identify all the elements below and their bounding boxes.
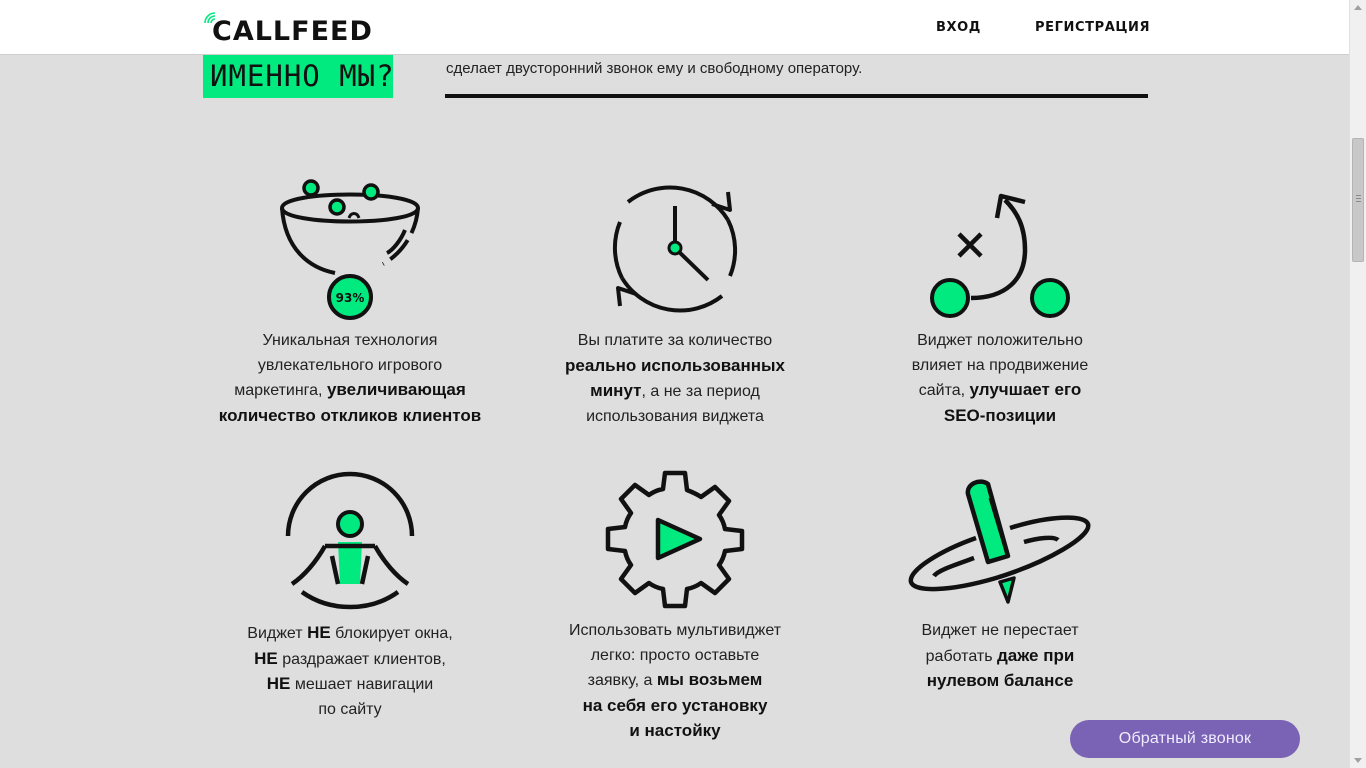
feature-line: минут, а не за период — [525, 379, 825, 405]
strategy-icon — [930, 193, 1070, 318]
intro-text: сделает двусторонний звонок ему и свобод… — [446, 60, 863, 77]
divider — [445, 94, 1148, 98]
feature-text-bold: и настойку — [629, 721, 721, 740]
feature-text-regular: блокирует окна, — [330, 625, 453, 642]
feature-line: Виджет НЕ блокирует окна, — [200, 621, 500, 647]
feature-text-bold: количество откликов клиентов — [218, 405, 482, 425]
feature-line: легко: просто оставьте — [525, 644, 825, 669]
feature-text-3: Виджет положительно влияет на продвижение… — [850, 329, 1150, 429]
feature-line: Уникальная технология — [200, 329, 500, 354]
feature-line: Виджет не перестает — [850, 619, 1150, 644]
logo-text: CALLFEED — [212, 16, 373, 47]
feature-text-regular: маркетинга, — [234, 382, 327, 399]
site-header: CALLFEED ВХОД РЕГИСТРАЦИЯ — [0, 0, 1349, 55]
register-link[interactable]: РЕГИСТРАЦИЯ — [1035, 20, 1150, 35]
gear-play-icon — [605, 470, 745, 609]
feature-line: заявку, а мы возьмем — [525, 668, 825, 694]
feature-text-4: Виджет НЕ блокирует окна, НЕ раздражает к… — [200, 621, 500, 722]
feature-text-bold: SEO-позиции — [943, 405, 1057, 425]
feature-line: Вы платите за количество — [525, 329, 825, 354]
section-heading: ИМЕННО МЫ? — [203, 55, 393, 98]
feature-text-6: Виджет не перестает работать даже при нуле… — [850, 619, 1150, 695]
meditation-icon — [285, 471, 415, 610]
feature-text-bold: НЕ — [254, 648, 278, 668]
feature-text-regular: увлекательного игрового — [257, 356, 443, 374]
feature-text-regular: мешает навигации — [290, 676, 434, 693]
feature-text-regular: Вы платите за количество — [577, 332, 773, 349]
feature-line: использования виджета — [525, 405, 825, 430]
feature-text-regular: легко: просто оставьте — [590, 646, 760, 664]
feature-text-2: Вы платите за количество реально использо… — [525, 329, 825, 429]
feature-line: маркетинга, увеличивающая — [200, 378, 500, 404]
feature-text-bold: НЕ — [266, 674, 291, 693]
funnel-icon: 93% — [280, 179, 420, 320]
feature-line: НЕ мешает навигации — [200, 672, 500, 698]
feature-line: сайта, улучшает его — [850, 378, 1150, 404]
feature-text-bold: минут — [590, 381, 642, 400]
feature-text-regular: Виджет — [247, 625, 308, 642]
feature-text-regular: влияет на продвижение — [911, 356, 1089, 374]
feature-line: нулевом балансе — [850, 669, 1150, 695]
scroll-down-icon[interactable] — [1354, 758, 1362, 763]
feature-line: реально использованных — [525, 354, 825, 380]
logo[interactable]: CALLFEED — [203, 9, 373, 47]
login-link[interactable]: ВХОД — [936, 20, 981, 35]
feature-text-5: Использовать мультивиджет легко: просто о… — [525, 619, 825, 745]
feature-line: Использовать мультивиджет — [525, 619, 825, 644]
feature-text-bold: мы возьмем — [656, 670, 763, 689]
feature-text-regular: , а не за период — [641, 383, 760, 400]
feature-text-regular: заявку, а — [587, 672, 657, 689]
feature-text-regular: работать — [925, 647, 997, 665]
feature-line: Виджет положительно — [850, 329, 1150, 354]
feature-line: на себя его установку — [525, 694, 825, 720]
feature-text-bold: на себя его установку — [582, 695, 768, 715]
feature-text-regular: Виджет положительно — [917, 332, 1083, 349]
callback-button[interactable]: Обратный звонок — [1070, 720, 1300, 758]
page-scrollbar[interactable] — [1349, 0, 1366, 768]
scroll-thumb[interactable] — [1352, 138, 1364, 262]
feature-line: влияет на продвижение — [850, 354, 1150, 379]
feature-line: SEO-позиции — [850, 404, 1150, 430]
feature-line: увлекательного игрового — [200, 354, 500, 379]
feature-text-bold: нулевом балансе — [926, 671, 1074, 690]
spinning-top-icon — [908, 479, 1091, 604]
feature-text-1: Уникальная технология увлекательного игро… — [200, 329, 500, 429]
feature-text-regular: Уникальная технология — [262, 332, 438, 349]
feature-text-regular: Использовать мультивиджет — [568, 622, 782, 639]
feature-line: НЕ раздражает клиентов, — [200, 647, 500, 673]
feature-text-bold: НЕ — [307, 623, 331, 642]
feature-text-bold: улучшает его — [969, 380, 1082, 399]
feature-line: количество откликов клиентов — [200, 404, 500, 430]
feature-text-bold: увеличивающая — [326, 380, 466, 399]
feature-text-regular: сайта, — [918, 382, 970, 399]
funnel-badge: 93% — [336, 291, 365, 305]
scroll-up-icon[interactable] — [1354, 5, 1362, 10]
feature-text-regular: Виджет не перестает — [921, 622, 1079, 639]
feature-text-bold: реально использованных — [565, 355, 785, 375]
feature-text-regular: раздражает клиентов, — [277, 650, 446, 668]
feature-text-regular: использования виджета — [586, 407, 764, 425]
feature-text-regular: по сайту — [318, 700, 382, 718]
feature-line: по сайту — [200, 698, 500, 723]
feature-line: работать даже при — [850, 644, 1150, 670]
feature-text-bold: даже при — [996, 645, 1075, 665]
clock-icon — [612, 185, 738, 313]
feature-line: и настойку — [525, 719, 825, 745]
